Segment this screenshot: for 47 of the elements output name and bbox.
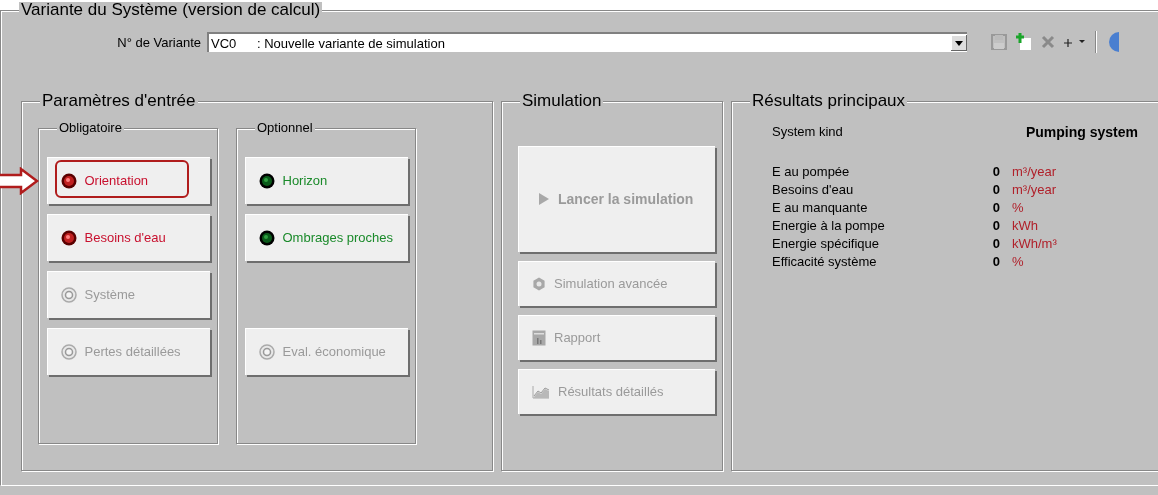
result-value: 0 [991,164,1001,179]
result-unit: kWh/m³ [1011,236,1058,251]
group-title: Optionnel [255,120,315,136]
group-title: Paramètres d'entrée [40,93,198,109]
result-unit: % [1011,254,1025,269]
result-label: E au pompée [772,164,851,179]
result-value: 0 [991,218,1001,233]
radio-icon [258,343,275,360]
report-icon [532,329,546,346]
status-light-icon [60,229,77,246]
result-unit: m³/year [1011,182,1058,197]
system-kind-value: Pumping system [1025,124,1138,140]
result-label: E au manquante [772,200,869,215]
result-label: Besoins d'eau [772,182,855,197]
delete-icon[interactable] [1041,35,1055,49]
gear-icon [532,276,546,291]
line-chart-icon [532,384,550,399]
result-value: 0 [991,182,1001,197]
new-document-icon[interactable] [1016,33,1032,51]
result-value: 0 [991,200,1001,215]
input-parameter-button[interactable]: Ombrages proches [244,214,408,261]
variant-dropdown[interactable]: VC0 : Nouvelle variante de simulation [207,32,967,52]
variant-label: N° de Variante [116,34,201,50]
result-unit: kWh [1011,218,1039,233]
result-label: Efficacité système [772,254,878,269]
result-unit: % [1011,200,1025,215]
result-value: 0 [991,236,1001,251]
result-label: System kind [772,124,843,140]
result-value: 0 [991,254,1001,269]
status-light-icon [258,229,275,246]
save-icon[interactable] [991,34,1007,50]
group-title: Obligatoire [57,120,124,136]
group-title: Variante du Système (version de calcul) [19,2,323,18]
result-unit: m³/year [1011,164,1058,179]
result-label: Energie spécifique [772,236,880,251]
input-parameter-button[interactable]: Besoins d'eau [46,214,210,261]
result-label: Energie à la pompe [772,218,886,233]
status-light-icon [258,172,275,189]
group-title: Résultats principaux [750,93,908,109]
radio-icon [60,286,77,303]
dropdown-caret-icon[interactable] [951,35,967,51]
play-icon [538,192,550,206]
group-title: Simulation [520,93,604,109]
input-parameter-button[interactable]: Horizon [244,157,408,204]
add-dropdown-icon[interactable] [1064,37,1086,47]
status-light-icon [60,172,77,189]
radio-icon [60,343,77,360]
